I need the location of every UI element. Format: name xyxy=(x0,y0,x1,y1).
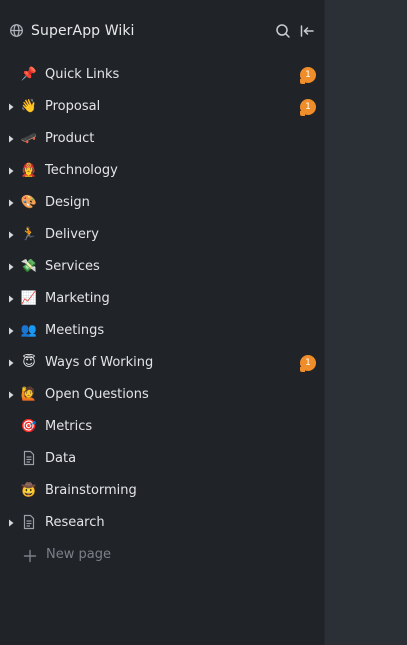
main-content xyxy=(325,0,407,645)
tree-item-label: Meetings xyxy=(45,323,105,338)
document-tree: 📌 Quick Links 1 👋 Proposal 1 🛹 Product 👩‍🚒 Techno… xyxy=(0,59,324,571)
tree-item-label: Delivery xyxy=(45,227,99,242)
tree-item-meetings[interactable]: 👥 Meetings xyxy=(0,315,324,347)
tree-item-label: Quick Links xyxy=(45,67,120,82)
tree-item-research[interactable]: Research xyxy=(0,507,324,539)
tree-item-label: Technology xyxy=(45,163,118,178)
workspace-title[interactable]: SuperApp Wiki xyxy=(31,22,135,40)
tree-item-open-questions[interactable]: 🙋 Open Questions xyxy=(0,379,324,411)
tree-item-ways-of-working[interactable]: 😇 Ways of Working 1 xyxy=(0,347,324,379)
tree-item-label: Open Questions xyxy=(45,387,149,402)
comment-count-badge[interactable]: 1 xyxy=(300,355,316,372)
page-emoji-icon: 🎨 xyxy=(20,195,38,210)
tree-item-data[interactable]: Data xyxy=(0,443,324,475)
tree-item-technology[interactable]: 👩‍🚒 Technology xyxy=(0,155,324,187)
new-page-button[interactable]: New page xyxy=(0,539,324,571)
tree-item-label: Product xyxy=(45,131,95,146)
tree-item-design[interactable]: 🎨 Design xyxy=(0,187,324,219)
tree-item-label: Brainstorming xyxy=(45,483,137,498)
tree-item-delivery[interactable]: 🏃 Delivery xyxy=(0,219,324,251)
search-icon[interactable] xyxy=(274,22,292,40)
page-emoji-icon: 🛹 xyxy=(20,131,38,146)
tree-item-proposal[interactable]: 👋 Proposal 1 xyxy=(0,91,324,123)
sidebar: SuperApp Wiki 📌 Quick Links 1 👋 Proposal 1 🛹 Pr… xyxy=(0,0,325,645)
tree-item-label: Marketing xyxy=(45,291,110,306)
page-emoji-icon: 👥 xyxy=(20,323,38,338)
expand-caret-icon[interactable] xyxy=(7,391,15,399)
new-page-label: New page xyxy=(46,547,111,562)
tree-item-label: Data xyxy=(45,451,77,466)
document-icon xyxy=(20,450,38,468)
tree-item-product[interactable]: 🛹 Product xyxy=(0,123,324,155)
tree-item-quick-links[interactable]: 📌 Quick Links 1 xyxy=(0,59,324,91)
tree-item-label: Design xyxy=(45,195,90,210)
expand-caret-icon[interactable] xyxy=(7,327,15,335)
tree-item-marketing[interactable]: 📈 Marketing xyxy=(0,283,324,315)
expand-caret-icon[interactable] xyxy=(7,519,15,527)
globe-icon xyxy=(9,23,24,38)
expand-caret-icon[interactable] xyxy=(7,103,15,111)
tree-item-metrics[interactable]: 🎯 Metrics xyxy=(0,411,324,443)
page-emoji-icon: 😇 xyxy=(22,355,36,370)
comment-count-badge[interactable]: 1 xyxy=(300,99,316,116)
page-emoji-icon: 👩‍🚒 xyxy=(20,163,38,178)
sidebar-header: SuperApp Wiki xyxy=(0,14,324,48)
tree-item-label: Metrics xyxy=(45,419,93,434)
expand-caret-icon[interactable] xyxy=(7,167,15,175)
page-emoji-icon: 📌 xyxy=(20,67,38,82)
expand-caret-icon[interactable] xyxy=(7,135,15,143)
plus-icon xyxy=(23,548,37,563)
tree-item-label: Ways of Working xyxy=(45,355,154,370)
page-emoji-icon: 💸 xyxy=(20,259,38,274)
comment-count-badge[interactable]: 1 xyxy=(300,67,316,84)
expand-caret-icon[interactable] xyxy=(7,263,15,271)
collapse-sidebar-icon[interactable] xyxy=(298,22,316,40)
tree-item-label: Services xyxy=(45,259,100,274)
expand-caret-icon[interactable] xyxy=(7,199,15,207)
document-icon xyxy=(20,514,38,532)
page-emoji-icon: 🤠 xyxy=(20,483,38,498)
expand-caret-icon[interactable] xyxy=(7,295,15,303)
tree-item-brainstorming[interactable]: 🤠 Brainstorming xyxy=(0,475,324,507)
tree-item-label: Research xyxy=(45,515,105,530)
page-emoji-icon: 📈 xyxy=(20,291,38,306)
tree-item-label: Proposal xyxy=(45,99,101,114)
tree-item-services[interactable]: 💸 Services xyxy=(0,251,324,283)
page-emoji-icon: 🎯 xyxy=(20,419,38,434)
page-emoji-icon: 🏃 xyxy=(20,227,38,242)
page-emoji-icon: 🙋 xyxy=(20,387,38,402)
page-emoji-icon: 👋 xyxy=(20,99,38,114)
expand-caret-icon[interactable] xyxy=(7,231,15,239)
expand-caret-icon[interactable] xyxy=(7,359,15,367)
